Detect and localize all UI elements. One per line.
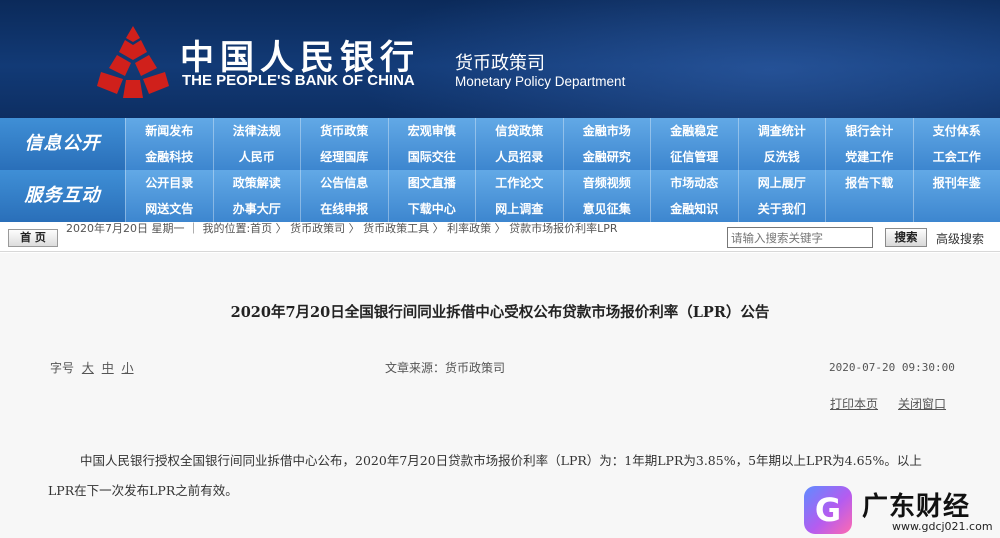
nav-item[interactable]: 征信管理	[650, 144, 738, 170]
nav-section-label: 信息公开	[0, 118, 125, 170]
nav-item[interactable]: 市场动态	[650, 170, 738, 196]
nav-item[interactable]: 金融稳定	[650, 118, 738, 144]
nav-item[interactable]: 法律法规	[212, 118, 301, 144]
nav-item[interactable]: 网上展厅	[737, 170, 826, 196]
nav-item[interactable]: 意见征集	[562, 196, 651, 222]
nav-item[interactable]: 工会工作	[912, 144, 1000, 170]
nav-item[interactable]: 党建工作	[825, 144, 913, 170]
nav-item[interactable]: 信贷政策	[475, 118, 563, 144]
search-button[interactable]: 搜索	[885, 228, 927, 247]
font-size-label: 字号	[50, 361, 75, 375]
advanced-search-link[interactable]: 高级搜索	[936, 230, 984, 247]
nav-item[interactable]: 金融市场	[562, 118, 651, 144]
print-link[interactable]: 打印本页	[830, 395, 878, 412]
article-date: 2020-07-20 09:30:00	[829, 361, 955, 374]
nav-item[interactable]: 金融研究	[562, 144, 651, 170]
search-input[interactable]	[727, 227, 873, 248]
department-name-cn: 货币政策司	[455, 53, 545, 74]
nav-service-interaction: 服务互动 公开目录 政策解读 公告信息 图文直播 工作论文 音频视频 市场动态 …	[0, 170, 1000, 222]
nav-item[interactable]: 调查统计	[737, 118, 826, 144]
header-glow	[350, 0, 1000, 120]
nav-info-disclosure: 信息公开 新闻发布 法律法规 货币政策 宏观审慎 信贷政策 金融市场 金融稳定 …	[0, 118, 1000, 170]
nav-item[interactable]: 金融科技	[125, 144, 213, 170]
nav-section-label: 服务互动	[0, 170, 125, 222]
nav-item[interactable]: 货币政策	[300, 118, 388, 144]
nav-item[interactable]: 新闻发布	[125, 118, 213, 144]
nav-item[interactable]: 反洗钱	[737, 144, 826, 170]
nav-item-empty	[912, 196, 1000, 222]
nav-item[interactable]: 音频视频	[562, 170, 651, 196]
nav-item[interactable]: 下载中心	[387, 196, 476, 222]
breadcrumb: 2020年7月20日 星期一 ｜ 我的位置:首页 〉 货币政策司 〉 货币政策工…	[66, 222, 618, 235]
font-large-button[interactable]: 大	[82, 361, 94, 375]
nav-item[interactable]: 工作论文	[475, 170, 563, 196]
watermark-name: 广东财经	[862, 492, 971, 522]
nav-item[interactable]: 宏观审慎	[387, 118, 476, 144]
watermark: G 广东财经 www.gdcj021.com	[800, 484, 1000, 538]
nav-item[interactable]: 公开目录	[125, 170, 213, 196]
nav-item-empty	[825, 196, 913, 222]
site-header: 中国人民银行 THE PEOPLE'S BANK OF CHINA 货币政策司 …	[0, 0, 1000, 120]
nav-item[interactable]: 办事大厅	[212, 196, 301, 222]
nav-item[interactable]: 人员招录	[475, 144, 563, 170]
article-source: 文章来源：货币政策司	[385, 361, 506, 375]
nav-item[interactable]: 报告下载	[825, 170, 913, 196]
font-small-button[interactable]: 小	[122, 361, 134, 375]
article-title: 2020年7月20日全国银行间同业拆借中心受权公布贷款市场报价利率（LPR）公告	[230, 304, 770, 321]
nav-grid: 新闻发布 法律法规 货币政策 宏观审慎 信贷政策 金融市场 金融稳定 调查统计 …	[125, 118, 1000, 170]
nav-item[interactable]: 公告信息	[300, 170, 388, 196]
nav-item[interactable]: 网送文告	[125, 196, 213, 222]
home-button[interactable]: 首 页	[8, 229, 58, 247]
breadcrumb-bar: 首 页 2020年7月20日 星期一 ｜ 我的位置:首页 〉 货币政策司 〉 货…	[0, 222, 1000, 252]
close-window-link[interactable]: 关闭窗口	[898, 395, 946, 412]
pboc-logo-icon[interactable]	[95, 24, 171, 100]
nav-item[interactable]: 图文直播	[387, 170, 476, 196]
nav-item[interactable]: 金融知识	[650, 196, 738, 222]
nav-grid: 公开目录 政策解读 公告信息 图文直播 工作论文 音频视频 市场动态 网上展厅 …	[125, 170, 1000, 222]
nav-item[interactable]: 国际交往	[387, 144, 476, 170]
nav-item[interactable]: 银行会计	[825, 118, 913, 144]
nav-item[interactable]: 报刊年鉴	[912, 170, 1000, 196]
watermark-url: www.gdcj021.com	[892, 520, 993, 533]
nav-item[interactable]: 在线申报	[300, 196, 388, 222]
department-name-en: Monetary Policy Department	[455, 74, 626, 89]
font-size-controls: 字号 大 中 小	[50, 359, 134, 376]
nav-item[interactable]: 关于我们	[737, 196, 826, 222]
nav-item[interactable]: 人民币	[212, 144, 301, 170]
nav-item[interactable]: 支付体系	[912, 118, 1000, 144]
font-medium-button[interactable]: 中	[102, 361, 114, 375]
nav-item[interactable]: 网上调查	[475, 196, 563, 222]
watermark-logo-icon: G	[804, 486, 852, 534]
bank-name-en: THE PEOPLE'S BANK OF CHINA	[182, 72, 415, 89]
nav-item[interactable]: 政策解读	[212, 170, 301, 196]
nav-item[interactable]: 经理国库	[300, 144, 388, 170]
